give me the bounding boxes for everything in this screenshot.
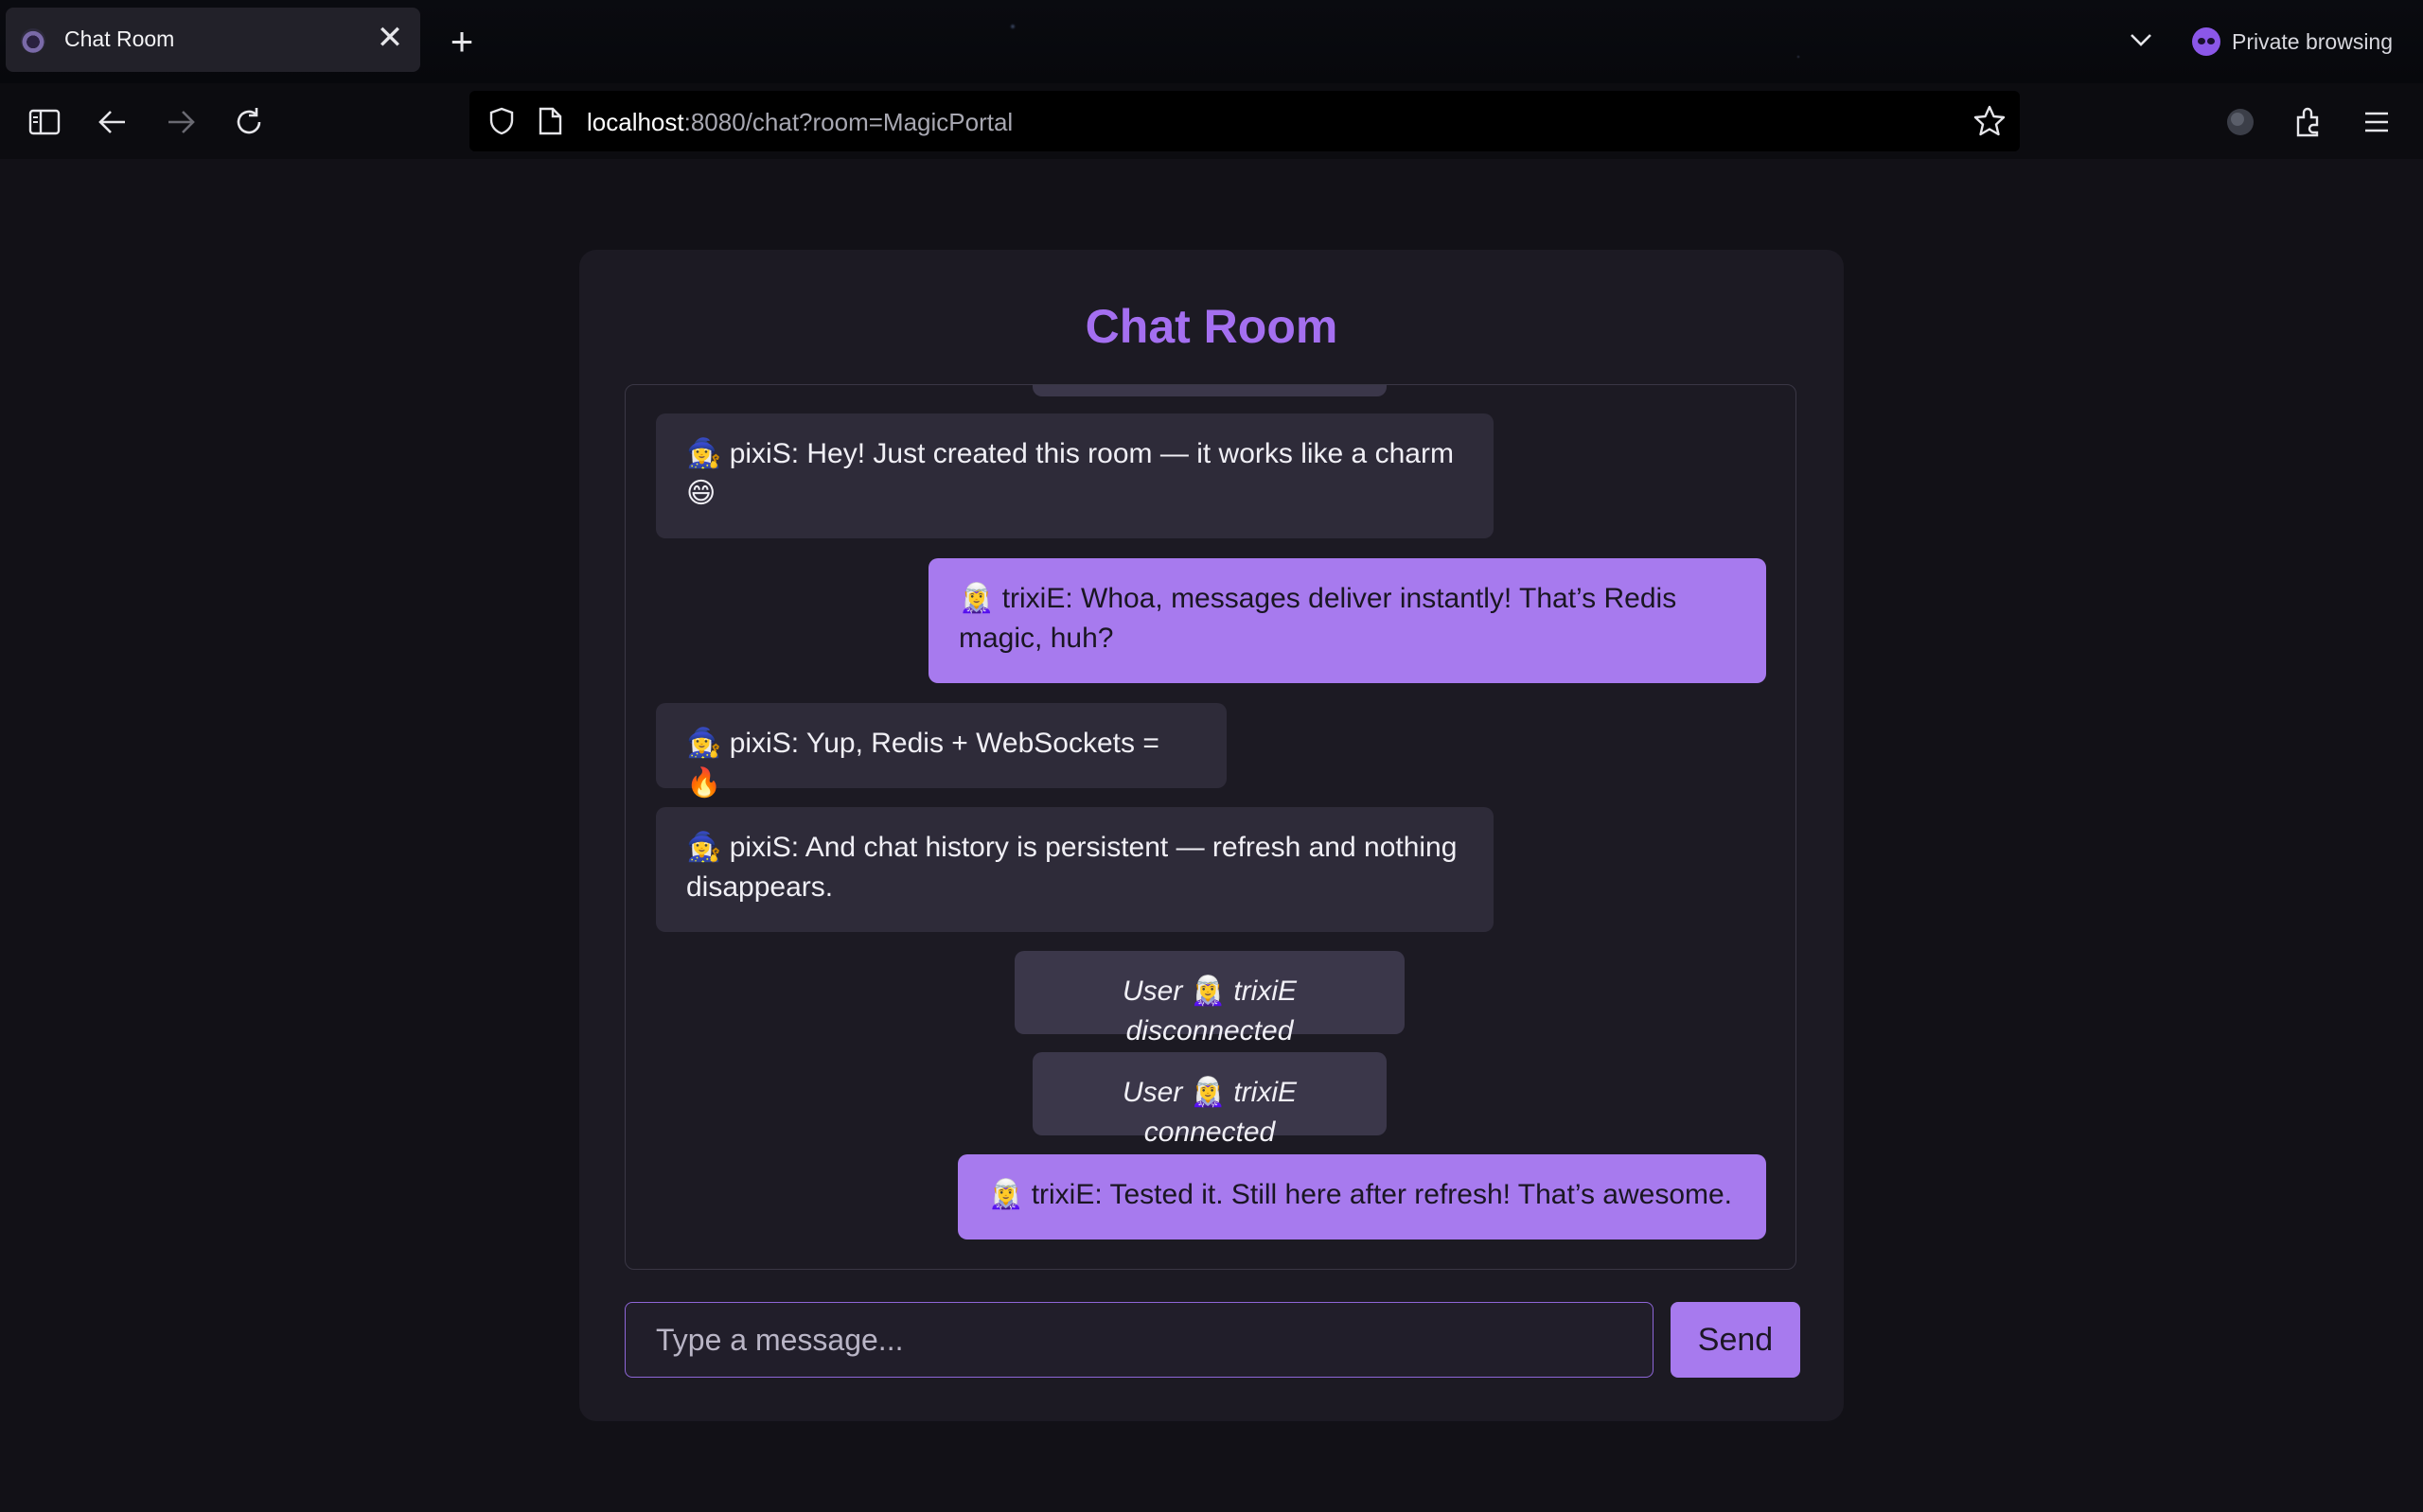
message-input[interactable] (625, 1302, 1654, 1378)
elf-emoji-icon: 🧝‍♀️ (1190, 975, 1227, 1008)
address-bar[interactable]: localhost:8080/chat?room=MagicPortal (469, 91, 2020, 151)
page-viewport: Chat Room 🧙‍♀️ pixiS: Hey! Just created … (0, 159, 2423, 1512)
tab-title: Chat Room (64, 26, 175, 51)
browser-tab[interactable]: Chat Room ✕ (6, 8, 420, 72)
account-avatar-icon[interactable] (2220, 102, 2260, 142)
system-message: User 🧝‍♀️ trixiE disconnected (1015, 951, 1405, 1046)
system-message: User 🧝‍♀️ trixiE connected (1033, 1052, 1387, 1148)
new-tab-icon[interactable]: + (443, 22, 481, 62)
chevron-down-icon[interactable] (2124, 23, 2158, 57)
page-info-icon[interactable] (536, 106, 564, 141)
url-text[interactable]: localhost:8080/chat?room=MagicPortal (587, 108, 1013, 137)
page-title: Chat Room (1085, 300, 1338, 353)
message-list[interactable]: 🧙‍♀️ pixiS: Hey! Just created this room … (625, 384, 1796, 1270)
send-button[interactable]: Send (1671, 1302, 1800, 1378)
message-bubble-own: 🧝‍♀️ trixiE: Whoa, messages deliver inst… (929, 558, 1766, 683)
url-path: :8080/chat?room=MagicPortal (683, 108, 1014, 136)
message-bubble-other: 🧙‍♀️ pixiS: And chat history is persiste… (656, 807, 1494, 932)
system-prefix: User (1122, 976, 1191, 1007)
message-bubble-own: 🧝‍♀️ trixiE: Tested it. Still here after… (958, 1154, 1766, 1239)
fire-emoji-icon: 🔥 (686, 766, 722, 800)
grin-emoji-icon: 😄 (686, 477, 716, 510)
elf-emoji-icon: 🧝‍♀️ (1190, 1076, 1227, 1109)
message-text: trixiE: Whoa, messages deliver instantly… (959, 583, 1677, 654)
message-bubble-other: 🧙‍♀️ pixiS: Hey! Just created this room … (656, 413, 1494, 538)
elf-emoji-icon: 🧝‍♀️ (988, 1178, 1024, 1211)
message-text: pixiS: Hey! Just created this room — it … (721, 438, 1454, 469)
message-text: pixiS: Yup, Redis + WebSockets = (721, 728, 1159, 759)
menu-icon[interactable] (2357, 102, 2396, 142)
private-browsing-indicator: Private browsing (2192, 23, 2393, 61)
composer: Send (625, 1302, 1800, 1378)
close-tab-icon[interactable]: ✕ (371, 19, 409, 57)
sidebar-icon[interactable] (25, 102, 64, 142)
system-prefix: User (1122, 1077, 1191, 1108)
private-mask-icon (2192, 27, 2220, 56)
chat-card: Chat Room 🧙‍♀️ pixiS: Hey! Just created … (579, 250, 1844, 1421)
wizard-emoji-icon: 🧙‍♀️ (686, 437, 722, 470)
bookmark-star-icon[interactable] (1972, 104, 2007, 143)
wizard-emoji-icon: 🧙‍♀️ (686, 831, 722, 864)
tab-favicon-icon (21, 28, 45, 53)
message-bubble-other: 🧙‍♀️ pixiS: Yup, Redis + WebSockets = 🔥 (656, 703, 1227, 800)
wizard-emoji-icon: 🧙‍♀️ (686, 727, 722, 760)
message-text: pixiS: And chat history is persistent — … (686, 832, 1458, 903)
tracking-shield-icon[interactable] (486, 106, 517, 141)
extensions-icon[interactable] (2289, 102, 2328, 142)
reload-icon[interactable] (229, 102, 269, 142)
elf-emoji-icon: 🧝‍♀️ (959, 582, 995, 615)
message-text: trixiE: Tested it. Still here after refr… (1023, 1179, 1733, 1210)
url-host: localhost (587, 108, 684, 136)
back-arrow-icon[interactable] (93, 102, 133, 142)
private-browsing-label: Private browsing (2232, 28, 2394, 54)
browser-tab-strip: Chat Room ✕ + Private browsing (0, 0, 2423, 83)
system-message (1033, 385, 1387, 396)
forward-arrow-icon[interactable] (161, 102, 201, 142)
